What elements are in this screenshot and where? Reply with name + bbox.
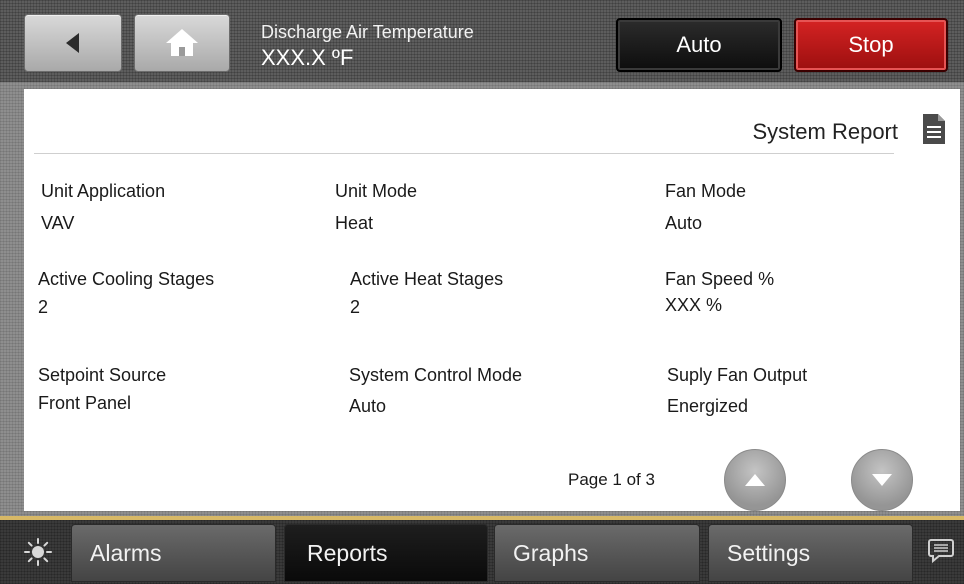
brightness-icon[interactable] bbox=[24, 538, 52, 566]
field-value-fan-speed: XXX % bbox=[665, 295, 723, 315]
field-label-fan-mode: Fan Mode bbox=[665, 181, 747, 201]
back-button[interactable] bbox=[24, 14, 122, 72]
field-label-active-cooling-stages: Active Cooling Stages bbox=[38, 269, 215, 289]
field-value-setpoint-source: Front Panel bbox=[38, 393, 132, 413]
field-label-system-control-mode: System Control Mode bbox=[349, 365, 523, 385]
field-label-active-heat-stages: Active Heat Stages bbox=[350, 269, 504, 289]
stop-button[interactable]: Stop bbox=[794, 18, 948, 72]
field-value-unit-mode: Heat bbox=[335, 213, 374, 233]
discharge-air-temp-label: Discharge Air Temperature bbox=[261, 22, 474, 42]
document-icon[interactable] bbox=[922, 113, 946, 145]
back-arrow-icon bbox=[66, 33, 79, 53]
tab-settings[interactable]: Settings bbox=[708, 524, 913, 582]
report-panel: System Report Unit Application VAV Unit … bbox=[24, 89, 960, 511]
field-value-active-heat-stages: 2 bbox=[350, 297, 361, 317]
tab-graphs[interactable]: Graphs bbox=[494, 524, 700, 582]
tab-alarms[interactable]: Alarms bbox=[71, 524, 276, 582]
field-label-unit-application: Unit Application bbox=[41, 181, 166, 201]
page-down-button[interactable] bbox=[851, 449, 913, 511]
field-value-fan-mode: Auto bbox=[665, 213, 703, 233]
page-up-button[interactable] bbox=[724, 449, 786, 511]
title-divider bbox=[34, 153, 894, 154]
tab-reports[interactable]: Reports bbox=[284, 524, 488, 582]
field-label-unit-mode: Unit Mode bbox=[335, 181, 418, 201]
field-value-supply-fan-output: Energized bbox=[667, 396, 749, 416]
field-label-fan-speed: Fan Speed % bbox=[665, 269, 775, 289]
field-label-supply-fan-output: Suply Fan Output bbox=[667, 365, 808, 385]
report-title: System Report bbox=[752, 119, 899, 144]
home-button[interactable] bbox=[134, 14, 230, 72]
home-icon bbox=[166, 29, 198, 56]
message-icon[interactable] bbox=[928, 538, 954, 564]
field-label-setpoint-source: Setpoint Source bbox=[38, 365, 167, 385]
field-value-active-cooling-stages: 2 bbox=[38, 297, 49, 317]
chevron-down-icon bbox=[872, 474, 892, 486]
field-value-system-control-mode: Auto bbox=[349, 396, 387, 416]
discharge-air-temp-value: XXX.X ºF bbox=[261, 45, 354, 70]
auto-button[interactable]: Auto bbox=[616, 18, 782, 72]
field-value-unit-application: VAV bbox=[41, 213, 75, 233]
page-indicator: Page 1 of 3 bbox=[568, 470, 655, 489]
chevron-up-icon bbox=[745, 474, 765, 486]
